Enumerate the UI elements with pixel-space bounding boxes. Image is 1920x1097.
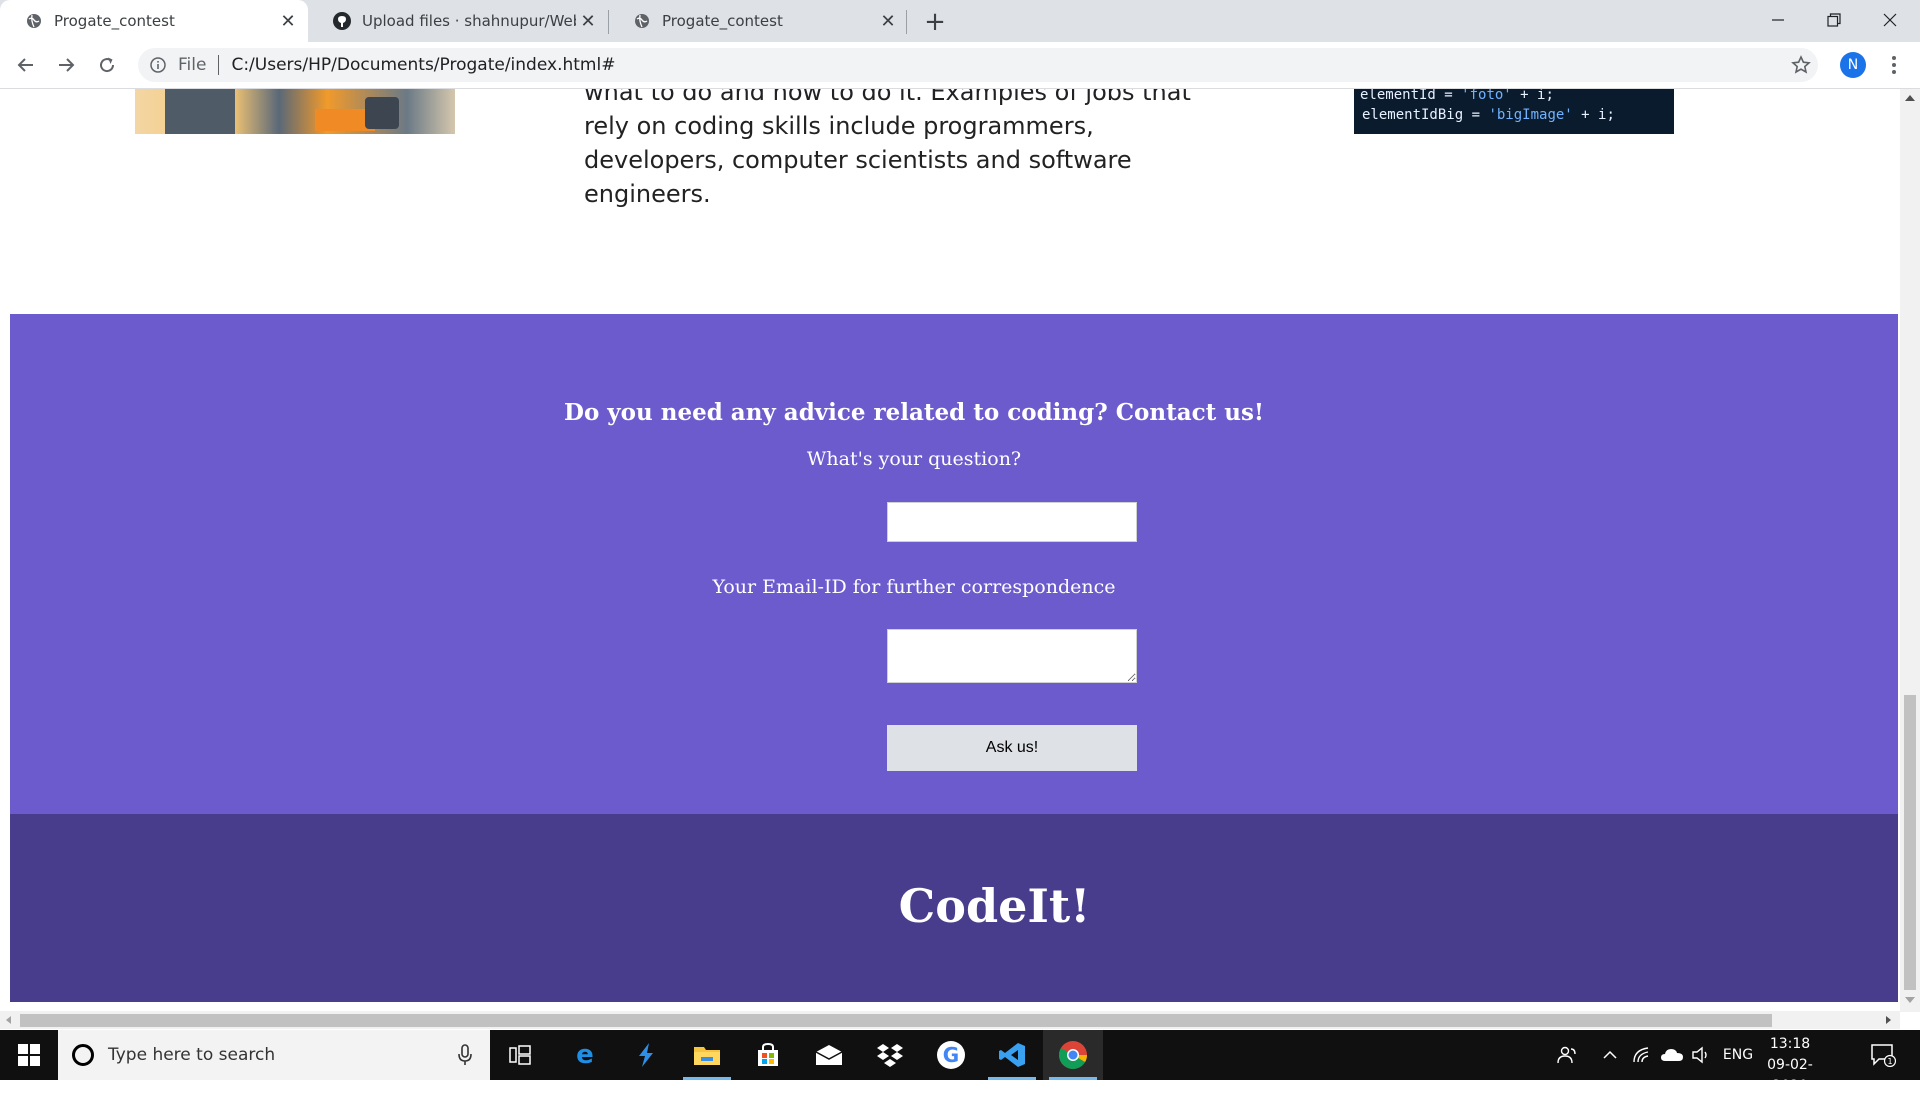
- arrow-left-icon: [17, 58, 33, 72]
- address-bar[interactable]: File C:/Users/HP/Documents/Progate/index…: [138, 48, 1818, 82]
- minimize-icon: [1772, 19, 1784, 21]
- microphone-icon[interactable]: [450, 1040, 480, 1070]
- horizontal-scrollbar[interactable]: [0, 1011, 1900, 1029]
- windows-taskbar: Type here to search e G ENG 13:18 09-02-…: [0, 1030, 1920, 1094]
- google-icon[interactable]: G: [921, 1030, 981, 1080]
- svg-text:G: G: [943, 1043, 959, 1067]
- task-view-icon[interactable]: [490, 1030, 550, 1080]
- language-indicator[interactable]: ENG: [1718, 1030, 1758, 1080]
- question-input[interactable]: [887, 502, 1137, 542]
- url-divider: [218, 55, 220, 75]
- mail-icon[interactable]: [799, 1030, 859, 1080]
- ask-us-button[interactable]: Ask us!: [887, 725, 1137, 771]
- browser-toolbar: File C:/Users/HP/Documents/Progate/index…: [0, 42, 1920, 89]
- close-window-button[interactable]: [1862, 0, 1918, 40]
- wifi-icon[interactable]: [1630, 1030, 1654, 1080]
- browser-menu-icon[interactable]: [1882, 52, 1906, 78]
- notification-count: 1: [1887, 1057, 1892, 1066]
- chevron-up-icon[interactable]: [1598, 1030, 1622, 1080]
- url-scheme-label: File: [178, 55, 207, 75]
- reload-icon: [100, 57, 115, 73]
- email-label: Your Email-ID for further correspondence: [712, 576, 1116, 598]
- minimize-button[interactable]: [1750, 0, 1806, 40]
- tab-title: Progate_contest: [54, 12, 175, 30]
- email-textarea[interactable]: [887, 629, 1137, 683]
- scroll-left-arrow-icon[interactable]: [6, 1016, 11, 1024]
- tab-title: Upload files · shahnupur/WebDev: [362, 12, 576, 30]
- code-screen-image: elementId = 'foto' + i; elementIdBig = '…: [1354, 89, 1674, 134]
- contact-section: Do you need any advice related to coding…: [10, 314, 1898, 814]
- close-tab-icon[interactable]: ✕: [276, 9, 300, 33]
- search-placeholder: Type here to search: [108, 1045, 276, 1065]
- footer-brand: CodeIt!: [898, 879, 1091, 933]
- coding-desk-image: [135, 89, 455, 134]
- url-text: C:/Users/HP/Documents/Progate/index.html…: [231, 55, 616, 75]
- file-explorer-icon[interactable]: [677, 1030, 737, 1080]
- edge-icon[interactable]: e: [555, 1030, 615, 1080]
- close-tab-icon[interactable]: ✕: [576, 9, 600, 33]
- new-tab-button[interactable]: +: [920, 7, 950, 37]
- monitor-shape: [165, 89, 235, 134]
- onedrive-icon[interactable]: [1658, 1030, 1686, 1080]
- site-footer: CodeIt!: [10, 814, 1898, 1002]
- profile-avatar[interactable]: N: [1840, 52, 1866, 78]
- restore-button[interactable]: [1806, 0, 1862, 40]
- intro-paragraph: what to do and how to do it. Examples of…: [584, 89, 1191, 208]
- vertical-scrollbar[interactable]: [1900, 89, 1920, 1012]
- cortana-icon[interactable]: [72, 1044, 94, 1066]
- question-label: What's your question?: [806, 448, 1022, 470]
- globe-icon: [632, 11, 652, 31]
- page-viewport: what to do and how to do it. Examples of…: [0, 89, 1898, 1016]
- scroll-right-arrow-icon[interactable]: [1886, 1016, 1891, 1024]
- code-line: elementId = 'foto' + i;: [1360, 89, 1554, 103]
- arrow-right-icon: [59, 58, 75, 72]
- forward-button[interactable]: [50, 49, 82, 81]
- start-button[interactable]: [0, 1030, 58, 1080]
- tab-progate-contest-active[interactable]: Progate_contest ✕: [0, 0, 308, 42]
- tab-separator: [906, 10, 907, 34]
- taskbar-clock[interactable]: 13:18 09-02-2020: [1754, 1034, 1826, 1097]
- close-tab-icon[interactable]: ✕: [876, 9, 900, 33]
- people-icon[interactable]: [1552, 1030, 1582, 1080]
- clock-time: 13:18: [1769, 1036, 1811, 1052]
- volume-icon[interactable]: [1688, 1030, 1714, 1080]
- vertical-scroll-thumb[interactable]: [1904, 695, 1916, 990]
- tab-progate-contest[interactable]: Progate_contest ✕: [608, 0, 908, 42]
- vscode-icon[interactable]: [982, 1030, 1042, 1080]
- clock-date: 09-02-2020: [1767, 1057, 1813, 1094]
- github-icon: [332, 11, 352, 31]
- store-icon[interactable]: [738, 1030, 798, 1080]
- dropbox-icon[interactable]: [860, 1030, 920, 1080]
- bookmark-star-icon[interactable]: [1787, 51, 1815, 79]
- mug-shape: [365, 97, 399, 129]
- svg-text:e: e: [576, 1041, 594, 1069]
- code-line: elementIdBig = 'bigImage' + i;: [1362, 107, 1615, 123]
- tab-upload-files[interactable]: Upload files · shahnupur/WebDev ✕: [308, 0, 608, 42]
- contact-heading: Do you need any advice related to coding…: [564, 399, 1264, 426]
- globe-icon: [24, 11, 44, 31]
- browser-tab-strip: Progate_contest ✕ Upload files · shahnup…: [0, 0, 1920, 42]
- visual-studio-icon[interactable]: [616, 1030, 676, 1080]
- reload-button[interactable]: [91, 49, 123, 81]
- restore-icon: [1827, 13, 1841, 27]
- notification-center-icon[interactable]: 1: [1868, 1040, 1898, 1070]
- scroll-down-arrow-icon[interactable]: [1905, 997, 1915, 1003]
- horizontal-scroll-thumb[interactable]: [20, 1014, 1772, 1027]
- chrome-icon[interactable]: [1043, 1030, 1103, 1080]
- tab-title: Progate_contest: [662, 12, 783, 30]
- scroll-up-arrow-icon[interactable]: [1905, 95, 1915, 101]
- windows-logo-icon: [18, 1044, 40, 1066]
- back-button[interactable]: [10, 49, 42, 81]
- taskbar-search-box[interactable]: Type here to search: [58, 1030, 490, 1080]
- info-icon[interactable]: [148, 55, 168, 75]
- close-icon: [1883, 13, 1897, 27]
